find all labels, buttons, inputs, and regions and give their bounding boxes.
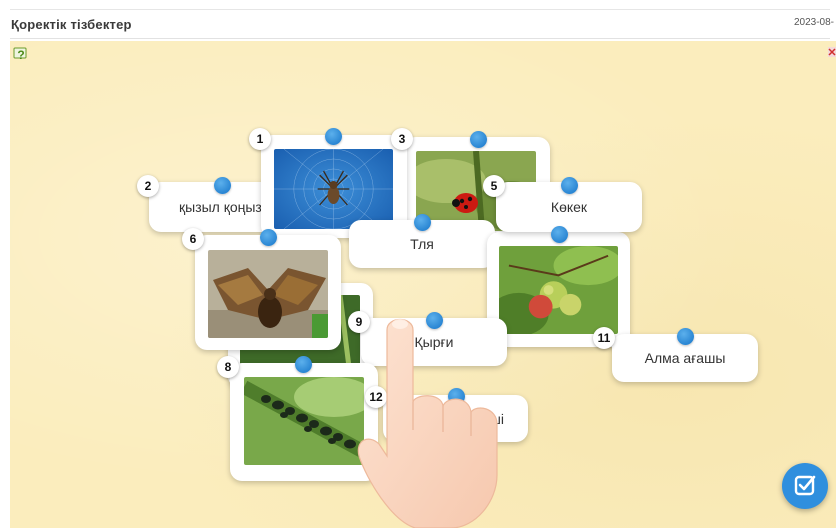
apple-image [499, 246, 618, 334]
page-date: 2023-08- [793, 17, 834, 28]
connector-dot-5[interactable] [561, 177, 578, 194]
number-badge-5: 5 [483, 175, 505, 197]
number-badge-2: 2 [137, 175, 159, 197]
number-badge-3: 3 [391, 128, 413, 150]
number-badge-8: 8 [217, 356, 239, 378]
card-label: Тля [410, 236, 434, 252]
title-divider [10, 38, 830, 39]
number-badge-11: 11 [593, 327, 615, 349]
card-label: қызыл қоңыз [179, 199, 262, 215]
check-button[interactable] [782, 463, 828, 509]
help-question-icon[interactable]: ? [13, 46, 29, 62]
connector-dot-11[interactable] [677, 328, 694, 345]
spider-image [274, 149, 393, 229]
close-marker-icon[interactable] [828, 46, 836, 58]
number-badge-6: 6 [182, 228, 204, 250]
card-hawk[interactable] [195, 235, 341, 350]
check-edit-icon [794, 475, 816, 496]
connector-dot-tlya[interactable] [414, 214, 431, 231]
svg-text:?: ? [17, 48, 24, 62]
card-label: Алма ағашы [644, 350, 726, 366]
top-bar: Қоректік тізбектер 2023-08- [0, 0, 836, 40]
connector-dot-apple-img[interactable] [551, 226, 568, 243]
aphids-image [244, 377, 364, 465]
connector-dot-1[interactable] [325, 128, 342, 145]
hawk-image [208, 250, 328, 338]
connector-dot-2[interactable] [214, 177, 231, 194]
connector-dot-3[interactable] [470, 131, 487, 148]
page-title: Қоректік тізбектер [11, 17, 132, 32]
connector-dot-8[interactable] [295, 356, 312, 373]
pointing-hand-icon [357, 318, 498, 528]
top-divider [10, 9, 830, 10]
connector-dot-6[interactable] [260, 229, 277, 246]
card-label: Көкек [550, 199, 588, 215]
number-badge-1: 1 [249, 128, 271, 150]
